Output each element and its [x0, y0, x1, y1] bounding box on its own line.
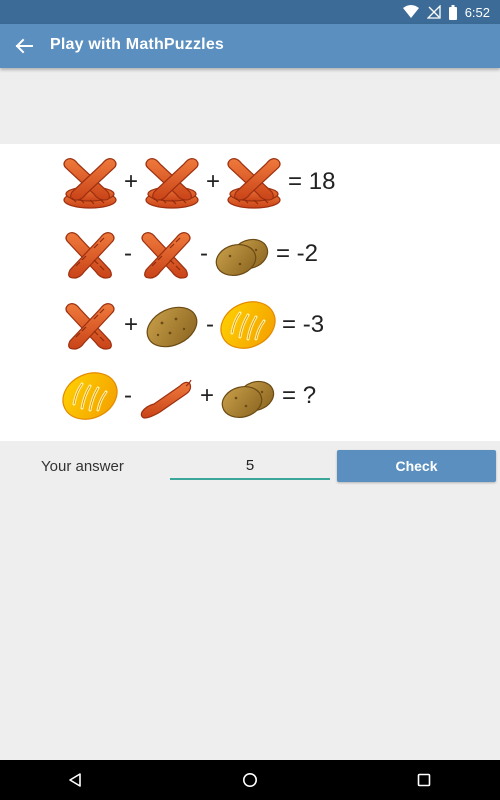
operator: +: [206, 168, 221, 195]
potato-icon: [142, 295, 202, 355]
equation-row-3: + - = -3: [60, 295, 324, 355]
sliced-bread-icon: [60, 366, 120, 426]
operator: +: [124, 311, 139, 338]
equation-row-2: - - = -2: [60, 224, 318, 284]
crossed-sausages-icon: [60, 224, 120, 284]
answer-input[interactable]: [170, 452, 330, 480]
check-button[interactable]: Check: [337, 450, 496, 482]
operator: +: [124, 168, 139, 195]
equation-result: = -3: [282, 311, 325, 338]
operator: -: [206, 311, 215, 338]
sausage-pile-icon: [60, 152, 120, 212]
equation-result: = ?: [282, 382, 317, 409]
nav-home-button[interactable]: [238, 768, 262, 792]
puzzle-card: + + = 18 - - = -2 + - = -3 - + = ?: [0, 144, 500, 441]
equation-result: = -2: [276, 240, 319, 267]
crossed-sausages-icon: [136, 224, 196, 284]
nav-recents-button[interactable]: [412, 768, 436, 792]
operator: -: [124, 382, 132, 409]
sliced-bread-icon: [218, 295, 278, 355]
two-potatoes-icon: [218, 366, 278, 426]
single-sausage-icon: [136, 366, 196, 426]
app-bar: Play with MathPuzzles: [0, 24, 500, 68]
equation-row-1: + + = 18: [60, 152, 335, 212]
equation-row-4: - + = ?: [60, 366, 316, 426]
sausage-pile-icon: [142, 152, 202, 212]
recents-square-icon: [417, 773, 431, 787]
clock: 6:52: [464, 4, 490, 20]
status-bar: 6:52: [0, 0, 500, 24]
status-icons: 6:52: [402, 2, 490, 22]
wifi-icon: [402, 5, 419, 18]
back-button[interactable]: [10, 32, 38, 60]
signal-off-icon: [426, 5, 441, 19]
operator: -: [124, 240, 132, 267]
nav-back-button[interactable]: [63, 768, 87, 792]
operator: -: [200, 240, 208, 267]
navigation-bar: [0, 760, 500, 800]
battery-icon: [448, 4, 457, 20]
operator: +: [200, 382, 215, 409]
page-title: Play with MathPuzzles: [50, 36, 225, 53]
answer-label: Your answer: [41, 458, 124, 475]
two-potatoes-icon: [212, 224, 272, 284]
back-triangle-icon: [69, 773, 81, 787]
arrow-back-icon: [15, 38, 33, 54]
equation-result: = 18: [288, 168, 336, 195]
home-circle-icon: [243, 773, 257, 787]
sausage-pile-icon: [224, 152, 284, 212]
crossed-sausages-icon: [60, 295, 120, 355]
